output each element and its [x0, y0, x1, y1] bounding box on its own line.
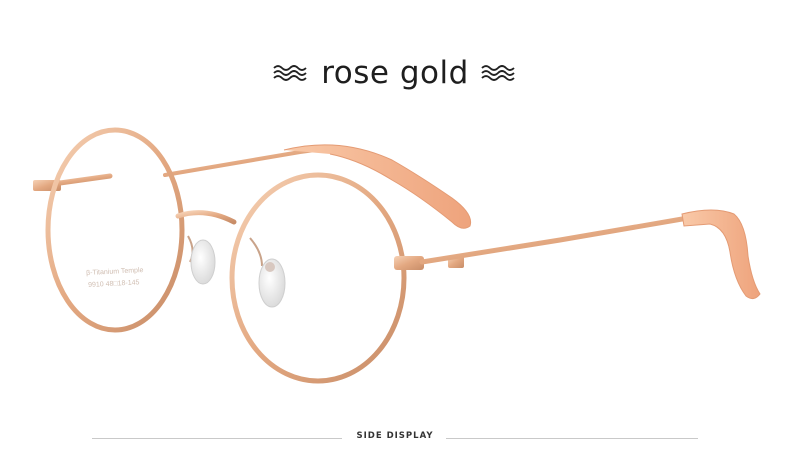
caption-text: SIDE DISPLAY [356, 431, 434, 441]
caption-bar: SIDE DISPLAY [0, 428, 790, 448]
right-nose-pad [249, 237, 286, 308]
wave-ornament-icon [481, 65, 515, 81]
left-hinge [33, 173, 113, 191]
wave-ornament-icon [273, 65, 307, 81]
title-bar: rose gold [0, 48, 790, 98]
caption-divider-right [446, 438, 698, 439]
color-title: rose gold [321, 55, 469, 91]
right-lens-rim [229, 172, 407, 384]
near-temple-arm [419, 209, 761, 300]
left-nose-pad [187, 235, 216, 285]
bridge [175, 210, 237, 225]
left-lens-rim [45, 127, 185, 333]
